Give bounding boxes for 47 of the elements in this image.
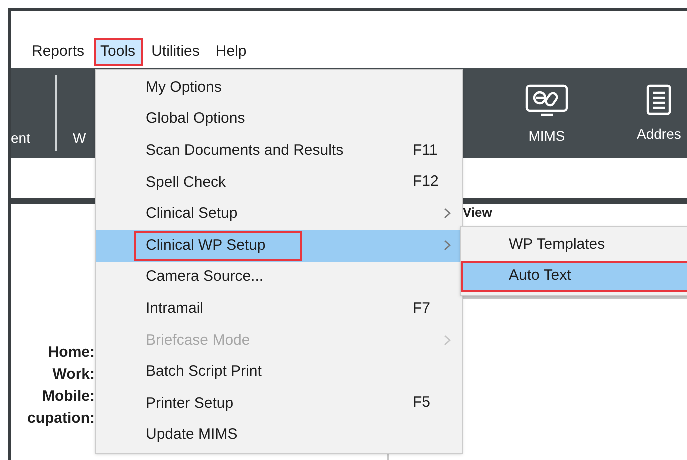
- toolbar-label: W: [73, 130, 86, 146]
- chevron-right-icon: [444, 240, 451, 251]
- menu-item-label: Briefcase Mode: [145, 330, 252, 351]
- chevron-right-icon: [444, 334, 451, 346]
- submenu-item[interactable]: Auto Text: [461, 261, 687, 292]
- menu-bar-item[interactable]: Utilities: [144, 38, 207, 66]
- menu-item-label: Printer Setup: [145, 394, 235, 414]
- menu-item[interactable]: Update MIMS: [96, 420, 462, 452]
- menu-item-label: Spell Check: [145, 172, 228, 193]
- menu-item[interactable]: Intramail F7: [96, 293, 462, 325]
- menu-item-label: Update MIMS: [145, 425, 239, 446]
- document-icon: [646, 84, 672, 116]
- menu-item-label: Scan Documents and Results: [145, 140, 345, 161]
- shortcut-key: F5: [413, 392, 431, 415]
- menu-bar-item[interactable]: Help: [208, 38, 254, 66]
- menu-item-label: Clinical WP Setup: [134, 230, 302, 261]
- menu-item[interactable]: Clinical WP Setup: [96, 230, 462, 262]
- menu-item[interactable]: Clinical Setup: [96, 198, 462, 230]
- menu-item-label: Batch Script Print: [145, 362, 263, 382]
- shortcut-key: F7: [413, 298, 431, 320]
- field-label: Mobile:: [42, 387, 95, 407]
- menu-bar-item[interactable]: Reports: [25, 38, 92, 66]
- panel-heading: View: [463, 206, 492, 220]
- chevron-right-icon: [444, 208, 451, 220]
- menu-item[interactable]: Printer Setup F5: [96, 388, 462, 420]
- menu-bar-item[interactable]: Tools: [94, 38, 143, 66]
- menu-item[interactable]: Spell Check F12: [96, 166, 462, 198]
- toolbar-button[interactable]: Addres: [637, 84, 682, 142]
- menu-item-label: Camera Source...: [145, 267, 265, 288]
- menu-item[interactable]: Batch Script Print: [96, 356, 462, 388]
- menu-item[interactable]: Scan Documents and Results F11: [96, 135, 462, 167]
- field-label: cupation:: [28, 409, 95, 429]
- field-label: Home:: [48, 343, 95, 363]
- toolbar-button[interactable]: MIMS: [525, 84, 569, 144]
- toolbar-label: ent: [11, 130, 30, 146]
- submenu-item[interactable]: WP Templates: [461, 230, 687, 261]
- menu-item[interactable]: Camera Source...: [96, 262, 462, 294]
- pill-monitor-icon: [525, 84, 569, 118]
- menu-item[interactable]: My Options: [96, 72, 462, 104]
- field-label: Work:: [52, 365, 95, 385]
- shortcut-key: F12: [413, 171, 439, 194]
- shortcut-key: F11: [413, 140, 438, 162]
- menu-item-label: Clinical Setup: [145, 204, 239, 224]
- menu-item-label: Global Options: [145, 109, 246, 130]
- menu-item-label: My Options: [145, 78, 223, 98]
- menu-item-label: Intramail: [145, 298, 205, 319]
- menu-item[interactable]: Global Options: [96, 104, 462, 136]
